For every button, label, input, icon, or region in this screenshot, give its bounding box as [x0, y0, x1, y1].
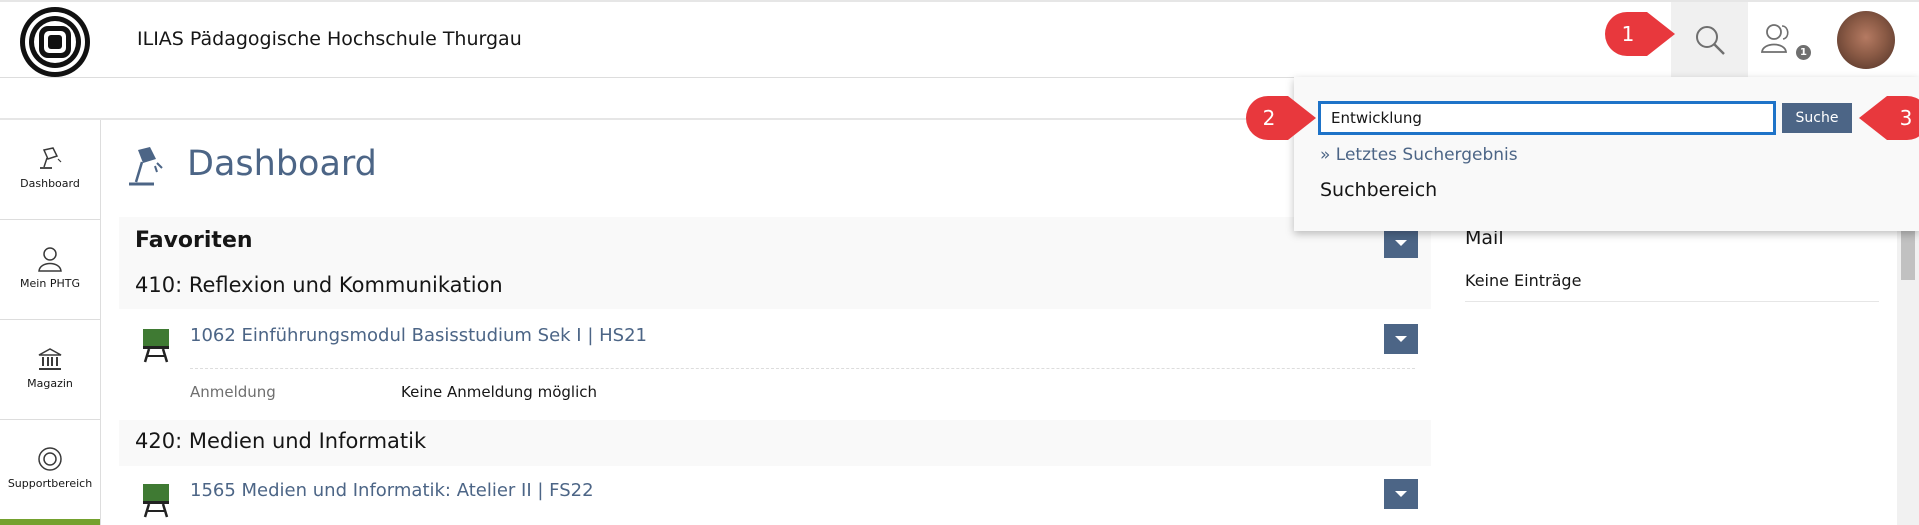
course-link[interactable]: 1062 Einführungsmodul Basisstudium Sek I… [190, 325, 647, 346]
building-icon [38, 348, 62, 370]
notification-badge: 1 [1796, 45, 1811, 60]
nav-label: Mein PHTG [20, 277, 80, 290]
favorites-block: Favoriten 410: Reflexion und Kommunikati… [119, 217, 1431, 525]
nav-item-dashboard[interactable]: Dashboard [0, 120, 100, 220]
callout-number: 2 [1262, 106, 1276, 130]
nav-item-magazin[interactable]: Magazin [0, 320, 100, 420]
group-title: 420: Medien und Informatik [135, 429, 427, 453]
lifebuoy-icon [38, 447, 62, 471]
last-search-result-link[interactable]: » Letztes Suchergebnis [1320, 145, 1518, 165]
property-label: Anmeldung [190, 383, 276, 401]
search-icon [1695, 26, 1725, 55]
course-icon [143, 484, 169, 518]
callout-marker-3: 3 [1859, 94, 1919, 142]
callout-number: 3 [1899, 106, 1913, 130]
search-dropdown: Suche » Letztes Suchergebnis Suchbereich [1294, 77, 1919, 231]
course-icon [143, 329, 169, 363]
nav-item-supportbereich[interactable]: Supportbereich [0, 420, 100, 520]
nav-item-mein-phtg[interactable]: Mein PHTG [0, 220, 100, 320]
scrollbar-thumb[interactable] [1901, 226, 1915, 280]
item-actions-dropdown[interactable] [1384, 479, 1418, 509]
mail-divider [1465, 301, 1879, 302]
course-link[interactable]: 1565 Medien und Informatik: Atelier II |… [190, 480, 594, 501]
search-submit-button[interactable]: Suche [1782, 103, 1852, 133]
property-value: Keine Anmeldung möglich [401, 383, 597, 401]
mail-block: Mail Keine Einträge [1449, 217, 1879, 525]
callout-marker-1: 1 [1603, 10, 1677, 58]
notifications-button[interactable]: 1 [1750, 18, 1812, 64]
users-icon [1761, 24, 1789, 53]
dashboard-lamp-icon [129, 147, 163, 186]
callout-number: 1 [1621, 22, 1635, 46]
search-input[interactable] [1318, 101, 1776, 135]
callout-marker-2: 2 [1244, 94, 1318, 142]
nav-label: Dashboard [20, 177, 80, 190]
lamp-icon [40, 147, 62, 169]
mail-empty-text: Keine Einträge [1465, 271, 1582, 290]
favorites-actions-dropdown[interactable] [1384, 228, 1418, 258]
site-title: ILIAS Pädagogische Hochschule Thurgau [137, 28, 522, 50]
nav-label: Supportbereich [7, 477, 93, 490]
page-title: Dashboard [187, 144, 377, 184]
user-icon [38, 247, 62, 272]
user-avatar[interactable] [1837, 11, 1895, 69]
nav-label: Magazin [27, 377, 73, 390]
search-scope-label[interactable]: Suchbereich [1320, 179, 1437, 201]
search-button[interactable] [1671, 2, 1748, 78]
favorites-title: Favoriten [135, 228, 253, 253]
logo-icon[interactable] [18, 5, 92, 79]
group-title: 410: Reflexion und Kommunikation [135, 273, 503, 297]
item-actions-dropdown[interactable] [1384, 324, 1418, 354]
item-divider [190, 368, 1415, 369]
main-nav: Dashboard Mein PHTG Magazin Supportberei… [0, 120, 101, 525]
nav-active-indicator [0, 519, 100, 525]
